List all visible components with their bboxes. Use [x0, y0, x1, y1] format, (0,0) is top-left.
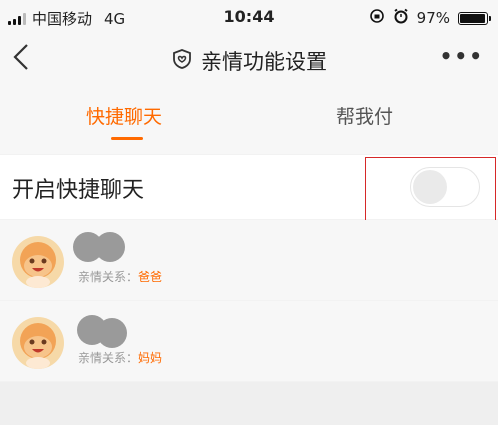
nav-bar: 亲情功能设置 ••• — [0, 34, 498, 84]
empty-area — [0, 382, 498, 425]
avatar — [12, 236, 64, 292]
toggle-knob — [413, 170, 447, 204]
contact-row[interactable]: 亲情关系：爸爸 — [0, 220, 498, 300]
battery-percent: 97% — [416, 9, 450, 27]
family-shield-icon — [171, 48, 193, 74]
relation-value: 爸爸 — [138, 270, 163, 284]
status-right: 97% — [369, 8, 491, 28]
avatar — [12, 317, 64, 373]
contact-row[interactable]: 亲情关系：妈妈 — [0, 301, 498, 381]
relation-value: 妈妈 — [138, 351, 163, 365]
relation-label: 亲情关系： — [78, 270, 139, 284]
relation-info: 亲情关系：妈妈 — [78, 349, 162, 366]
more-button[interactable]: ••• — [440, 44, 484, 68]
tab-pay-for-me[interactable]: 帮我付 — [336, 102, 393, 129]
battery-icon — [458, 11, 491, 25]
tab-bar: 快捷聊天 帮我付 — [0, 84, 498, 154]
relation-info: 亲情关系：爸爸 — [78, 268, 162, 285]
relation-label: 亲情关系： — [78, 351, 139, 365]
tab-quick-chat[interactable]: 快捷聊天 — [86, 102, 162, 129]
nav-title-group: 亲情功能设置 — [0, 46, 498, 76]
quick-chat-toggle[interactable] — [410, 167, 480, 207]
alarm-icon — [393, 8, 409, 28]
battery-fill — [460, 13, 486, 23]
status-bar: 中国移动 4G 10:44 97% — [0, 0, 498, 34]
blurred-name — [72, 230, 128, 268]
active-tab-indicator — [111, 137, 143, 140]
rotation-lock-icon — [369, 8, 385, 28]
quick-chat-label: 开启快捷聊天 — [12, 178, 145, 203]
page-title: 亲情功能设置 — [201, 50, 327, 74]
